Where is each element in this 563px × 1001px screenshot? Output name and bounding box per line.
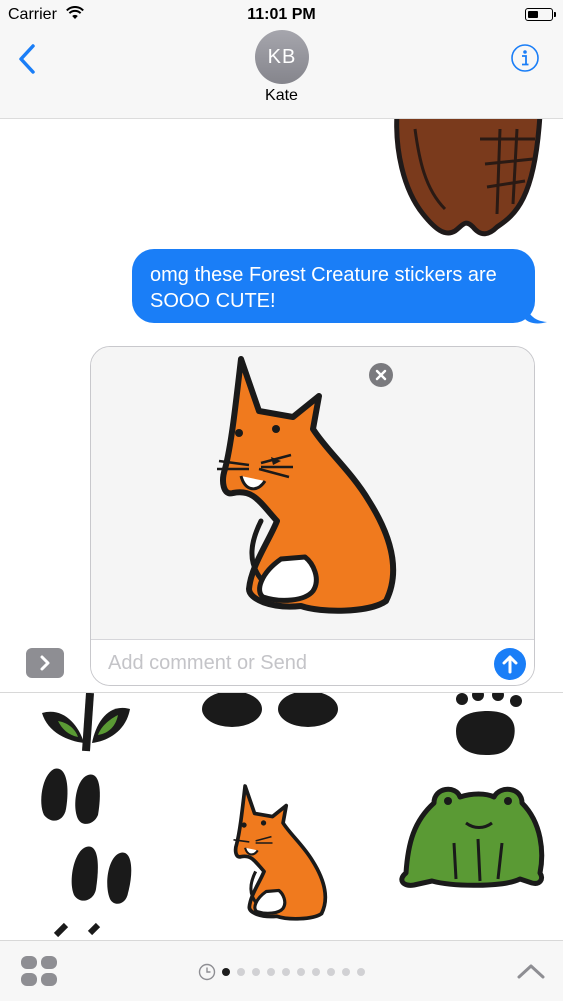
status-bar: Carrier 11:01 PM	[0, 0, 563, 30]
fox-sticker[interactable]	[224, 763, 340, 941]
tracks-sticker[interactable]	[200, 693, 340, 733]
battery-level	[527, 10, 538, 18]
expand-button[interactable]	[26, 648, 64, 678]
clock-icon[interactable]	[198, 963, 216, 981]
comment-input[interactable]: Add comment or Send	[91, 639, 534, 685]
frog-sticker[interactable]	[394, 783, 554, 893]
chevron-right-icon	[40, 655, 50, 671]
sticker-preview-area	[91, 347, 534, 639]
page-dot[interactable]	[357, 968, 365, 976]
page-dot[interactable]	[282, 968, 290, 976]
page-dot[interactable]	[252, 968, 260, 976]
clock: 11:01 PM	[247, 6, 316, 23]
app-drawer-bar	[0, 940, 563, 1001]
chevron-up-icon[interactable]	[515, 961, 547, 981]
page-dot[interactable]	[267, 968, 275, 976]
sent-message-bubble[interactable]: omg these Forest Creature stickers are S…	[132, 249, 535, 323]
page-dot[interactable]	[297, 968, 305, 976]
fox-sticker[interactable]	[201, 351, 421, 621]
paw-print-sticker[interactable]	[448, 693, 538, 763]
owl-sticker[interactable]	[385, 119, 545, 244]
page-dot[interactable]	[237, 968, 245, 976]
sprout-sticker[interactable]	[38, 693, 138, 753]
page-dot[interactable]	[312, 968, 320, 976]
page-dot[interactable]	[327, 968, 335, 976]
hoof-prints-sticker[interactable]	[36, 765, 146, 941]
sent-message-text: omg these Forest Creature stickers are S…	[150, 264, 497, 312]
page-dot[interactable]	[342, 968, 350, 976]
page-dot[interactable]	[222, 968, 230, 976]
conversation-header: Carrier 11:01 PM KB Kate	[0, 0, 563, 119]
battery-icon	[525, 8, 556, 21]
send-button[interactable]	[494, 648, 526, 680]
avatar[interactable]: KB	[255, 30, 309, 84]
chevron-left-icon[interactable]	[14, 42, 40, 76]
bubble-tail	[525, 301, 547, 324]
arrow-up-icon	[502, 655, 518, 674]
remove-sticker-button[interactable]	[369, 363, 393, 387]
battery-tip	[553, 12, 556, 17]
info-icon[interactable]	[510, 43, 540, 73]
compose-preview[interactable]: Add comment or Send	[90, 346, 535, 686]
comment-placeholder: Add comment or Send	[108, 652, 307, 674]
close-icon	[375, 369, 387, 381]
contact-name[interactable]: Kate	[0, 87, 563, 105]
sticker-drawer[interactable]	[0, 692, 563, 941]
app-grid-icon[interactable]	[20, 955, 58, 987]
